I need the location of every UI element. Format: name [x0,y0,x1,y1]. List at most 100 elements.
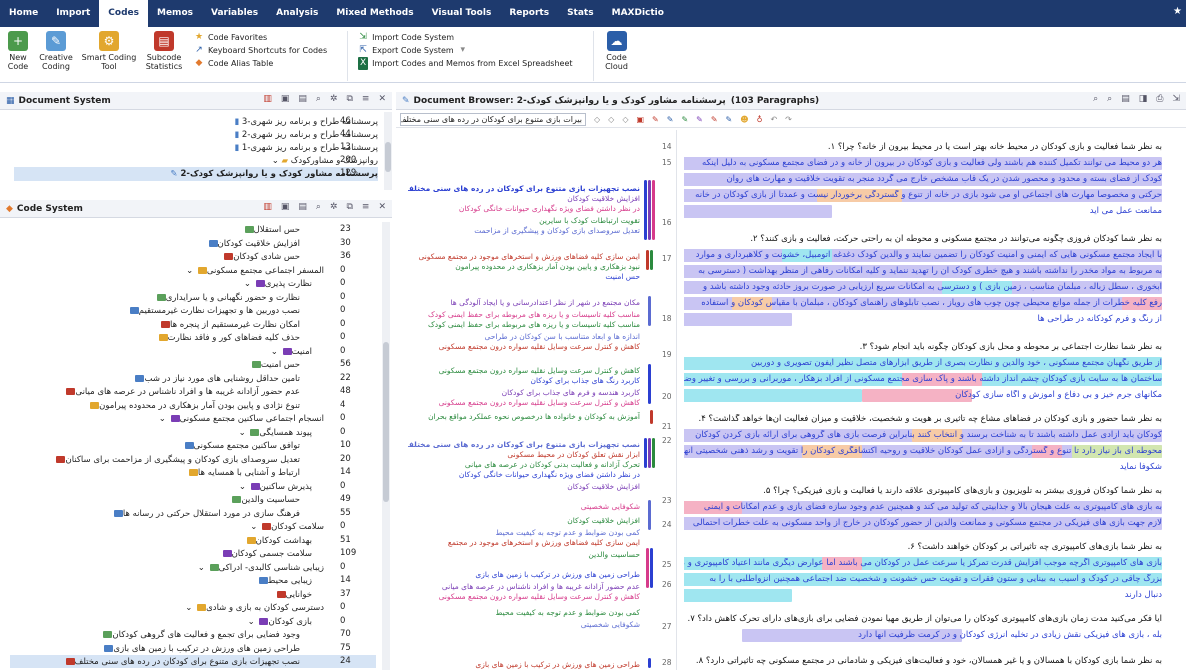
code-row[interactable]: نصب تجهیزات بازی متنوع برای کودکان در رد… [64,656,300,668]
code-row[interactable]: نصب دوربین ها و تجهیزات نظارت غیرمستقیم [128,305,300,317]
menu-home[interactable]: Home [0,0,47,27]
code-row[interactable]: حس امنیت [250,359,300,371]
pin-icon[interactable]: ♁ [757,115,763,124]
code-row[interactable]: زیبایی محیط [257,575,312,587]
memo-code-label[interactable]: کاهش و کنترل سرعت وسایل نقلیه سواره درون… [408,398,640,407]
chevron-down-icon[interactable]: ⌄ [186,266,196,276]
answer-line[interactable]: رفع کلیه خطرات از جمله موانع محیطی چون چ… [684,298,1162,308]
collapse-icon[interactable]: ≡ [362,202,370,212]
question-line[interactable]: آیا فکر می‌کنید مدت زمان بازی‌های کامپیو… [684,614,1163,624]
coding-stripe[interactable] [648,500,651,530]
export-code-system-button[interactable]: ⇱ Export Code System ▾ [358,44,572,57]
code-cloud-button[interactable]: ☁ Code Cloud [600,31,634,71]
toolbar-icon[interactable]: ▤ [1121,94,1130,104]
code-group-row[interactable]: بازی کودکان ⌄ [248,616,312,628]
coding-stripe[interactable] [650,250,653,270]
code-row[interactable]: طراحی زمین های ورزش در ترکیب با زمین های… [102,643,300,655]
subcode-statistics-button[interactable]: ▤ Subcode Statistics [144,31,184,71]
chevron-down-icon[interactable]: ⌄ [248,617,258,627]
memo-code-label[interactable]: مناسب کلیه تاسیسات و یا ریزه های مربوطه … [408,320,640,329]
answer-line[interactable]: محوطه ای باز نیاز دارد تا تنوع و گستردگی… [684,446,1162,456]
memo-code-label[interactable]: مناسب کلیه تاسیسات و یا ریزه های مربوطه … [408,310,640,319]
highlighter-icon[interactable]: ✎ [726,115,733,124]
scroll-thumb[interactable] [383,342,389,502]
menu-stats[interactable]: Stats [558,0,603,27]
code-row[interactable]: وجود فضایی برای تجمع و فعالیت های گروهی … [101,629,300,641]
toolbar-icon[interactable]: ▥ [263,202,272,212]
memo-code-label[interactable]: نبود بزهکاری و پایین بودن آمار بزهکاری د… [408,262,640,271]
answer-line[interactable]: آبخوری ، سطل زباله ، مبلمان مناسب ، زمین… [684,282,1162,292]
answer-line[interactable]: از طریق نگهبان مجتمع مسکونی ، خود والدین… [684,358,1162,368]
memo-code-label[interactable]: حساسیت والدین [408,550,640,559]
memo-code-label[interactable]: طراحی زمین های ورزش در ترکیب با زمین های… [408,570,640,579]
memo-code-label[interactable]: در نظر داشتن فضای ویژه نگهداری حیوانات خ… [408,470,640,479]
new-code-button[interactable]: + New Code [4,31,32,71]
document-row[interactable]: پرسشنامه طراح و برنامه ریز شهری-2 ▮ [235,129,379,141]
answer-line[interactable]: با ایجاد مجتمع مسکونی هایی که ایمنی و ام… [684,250,1162,260]
highlighter-icon[interactable]: ✎ [652,115,659,124]
highlighter-icon[interactable]: ✎ [667,115,674,124]
document-tree-scrollbar[interactable] [384,112,392,190]
coding-stripe[interactable] [648,364,651,404]
code-group-row[interactable]: پذیرش ساکنین ⌄ [239,481,312,493]
menu-analysis[interactable]: Analysis [267,0,327,27]
chevron-down-icon[interactable]: ⌄ [244,279,254,289]
answer-line[interactable]: بازی های کامپیوتری اگرچه موجب افزایش قدر… [684,558,1162,568]
memo-code-label[interactable]: کاهش و کنترل سرعت وسایل نقلیه سواره درون… [408,366,640,375]
memo-code-label[interactable]: کاهش و کنترل سرعت وسایل نقلیه سواره درون… [408,592,640,601]
emoji-icon[interactable]: ☻ [740,115,748,124]
answer-line[interactable]: ساختمان ها به سایت بازی کودکان چشم انداز… [684,374,1162,384]
code-row[interactable]: تنوع نژادی و پایین بودن آمار بزهکاری در … [88,400,300,412]
toolbar-icon[interactable]: ▣ [281,202,290,212]
memo-code-label[interactable]: کمی بودن ضوابط و عدم توجه به کیفیت محیط [408,608,640,617]
memo-code-label[interactable]: افزایش خلاقیت کودکان [408,516,640,525]
memo-code-label[interactable]: کاربرد رنگ های جذاب برای کودکان [408,376,640,385]
answer-line[interactable]: کودکان باید آزادی عمل داشته باشند تا به … [684,430,1162,440]
memo-code-label[interactable]: تحرک آزادانه و فعالیت بدنی کودکان در عرص… [408,460,640,469]
coding-stripe[interactable] [650,548,653,588]
collapse-icon[interactable]: ≡ [362,94,370,104]
question-line[interactable]: به نظر شما بازی‌های کامپیوتری چه تأثیرات… [684,542,1162,552]
import-excel-button[interactable]: X Import Codes and Memos from Excel Sprea… [358,57,573,70]
code-row[interactable]: فرهنگ سازی در مورد استقلال حرکتی در رسان… [112,508,300,520]
memo-code-label[interactable]: حس امنیت [408,272,640,281]
answer-line[interactable]: لازم جهت بازی های فیزیکی در مجتمع مسکونی… [684,518,1162,528]
code-row[interactable]: ارتباط و آشنایی با همسایه ها [187,467,300,479]
coding-stripe[interactable] [648,438,651,468]
answer-line[interactable]: به مربوط به مواد مخدر را نداشته باشند و … [684,266,1162,276]
code-row[interactable]: افزایش خلاقیت کودکان [207,238,300,250]
question-line[interactable]: به نظر شما کودکان فروزی بیشتر به تلویزیو… [684,486,1162,496]
memo-code-label[interactable]: اندازه ها و ابعاد متناسب با سن کودکان در… [408,332,640,341]
code-group-row[interactable]: نظارت پذیری ⌄ [244,278,312,290]
memo-code-label[interactable]: نصب تجهیزات بازی متنوع برای کودکان در رد… [408,440,640,449]
code-row[interactable]: امکان نظارت غیرمستقیم از پنجره ها [159,319,300,331]
coding-stripe[interactable] [648,658,651,668]
chevron-down-icon[interactable]: ⌄ [185,603,195,613]
toolbar-icon[interactable]: ▤ [298,94,307,104]
code-icon[interactable]: ◇ [622,115,628,124]
toolbar-icon[interactable]: ▣ [281,94,290,104]
print-icon[interactable]: ⎙ [1156,94,1163,104]
memo-code-label[interactable]: در نظر داشتن فضای ویژه نگهداری حیوانات خ… [408,204,640,213]
memo-code-label[interactable]: ابزار نقش تعلق کودکان در محیط مسکونی [408,450,640,459]
code-group-row[interactable]: زیبایی شناسی کالبدی- ادراکی ⌄ [198,562,324,574]
code-group-row[interactable]: المسفر اجتماعی مجتمع مسکونی ⌄ [186,265,324,277]
document-row[interactable]: پرسشنامه طراح و برنامه ریز شهری-1 ▮ [235,142,379,154]
code-alias-button[interactable]: ◆ Code Alias Table [194,57,327,70]
memo-code-label[interactable]: تعدیل سروصدای بازی کودکان و پیشگیری از م… [408,226,640,235]
question-line[interactable]: به نظر شما فعالیت و بازی کودکان در محیط … [684,142,1162,152]
redo-icon[interactable]: ↷ [785,115,792,124]
toolbar-icon[interactable]: ▤ [298,202,307,212]
toolbar-icon[interactable]: ▥ [263,94,272,104]
code-favorites-button[interactable]: ★ Code Favorites [194,31,327,44]
layout-icon[interactable]: ◨ [1139,94,1148,104]
close-icon[interactable]: ✕ [378,94,386,104]
memo-code-label[interactable]: شکوفایی شخصیتی [408,502,640,511]
undock-icon[interactable]: ⧉ [346,94,352,104]
code-row[interactable]: حس استقلال [243,224,300,236]
menu-mixed-methods[interactable]: Mixed Methods [327,0,422,27]
memo-code-label[interactable]: عدم حضور آزادانه غریبه ها و افراد ناشناس… [408,582,640,591]
question-line[interactable]: به نظر شما حضور و بازی کودکان در فضاهای … [684,414,1162,424]
code-tree-scrollbar[interactable] [382,222,390,670]
answer-line[interactable]: بزرگ چاقی در کودک و آسیب به بینایی و ستو… [684,574,1162,584]
